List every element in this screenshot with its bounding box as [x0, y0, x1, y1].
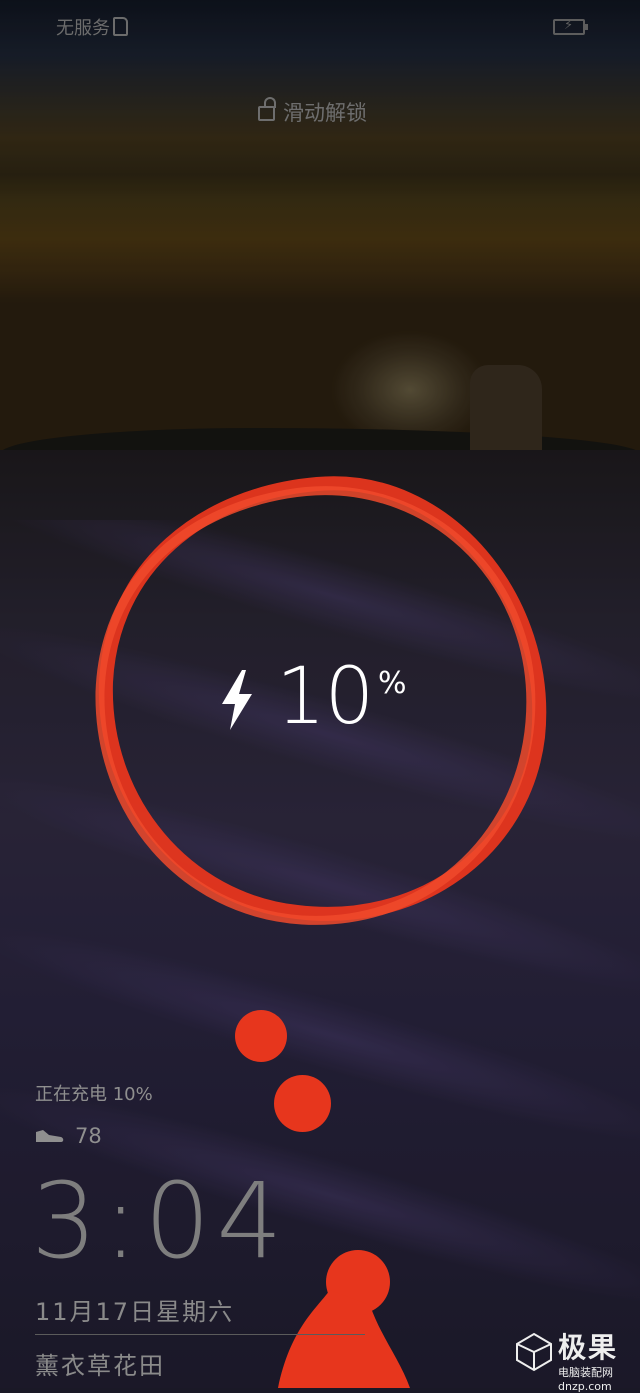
watermark-title: 极果 [558, 1331, 619, 1364]
step-count: 78 [75, 1124, 102, 1148]
carrier-status: 无服务 [56, 14, 128, 40]
swipe-unlock-label: 滑动解锁 [283, 101, 367, 125]
charge-bubble-large [235, 1010, 287, 1062]
charge-percentage-unit: % [378, 666, 407, 701]
charge-source-blob [278, 1250, 410, 1388]
watermark-subtitle: 电脑装配网 dnzp.com [558, 1366, 613, 1393]
battery-charging-icon: ⚡ [553, 18, 588, 35]
charge-bubble-small [274, 1075, 331, 1132]
step-counter[interactable]: 78 [35, 1124, 102, 1148]
carrier-label: 无服务 [56, 18, 110, 39]
lock-icon [258, 97, 276, 121]
watermark-logo-icon [516, 1332, 552, 1372]
wallpaper-caption[interactable]: 薰衣草花田 [35, 1346, 165, 1381]
sim-card-icon [113, 17, 128, 36]
shoe-icon [36, 1130, 64, 1142]
swipe-unlock-hint[interactable]: 滑动解锁 [258, 97, 367, 127]
lightning-bolt-icon [222, 670, 252, 730]
watermark: 极果 电脑装配网 dnzp.com [514, 1330, 634, 1393]
status-bar: 无服务 ⚡ [0, 0, 640, 54]
charge-percentage-value: 10 [276, 652, 374, 742]
charging-status-text: 正在充电 10% [35, 1084, 153, 1105]
info-divider [35, 1334, 365, 1335]
lockscreen-clock: 3:04 [31, 1160, 289, 1282]
lockscreen-date: 11月17日星期六 [35, 1298, 235, 1326]
